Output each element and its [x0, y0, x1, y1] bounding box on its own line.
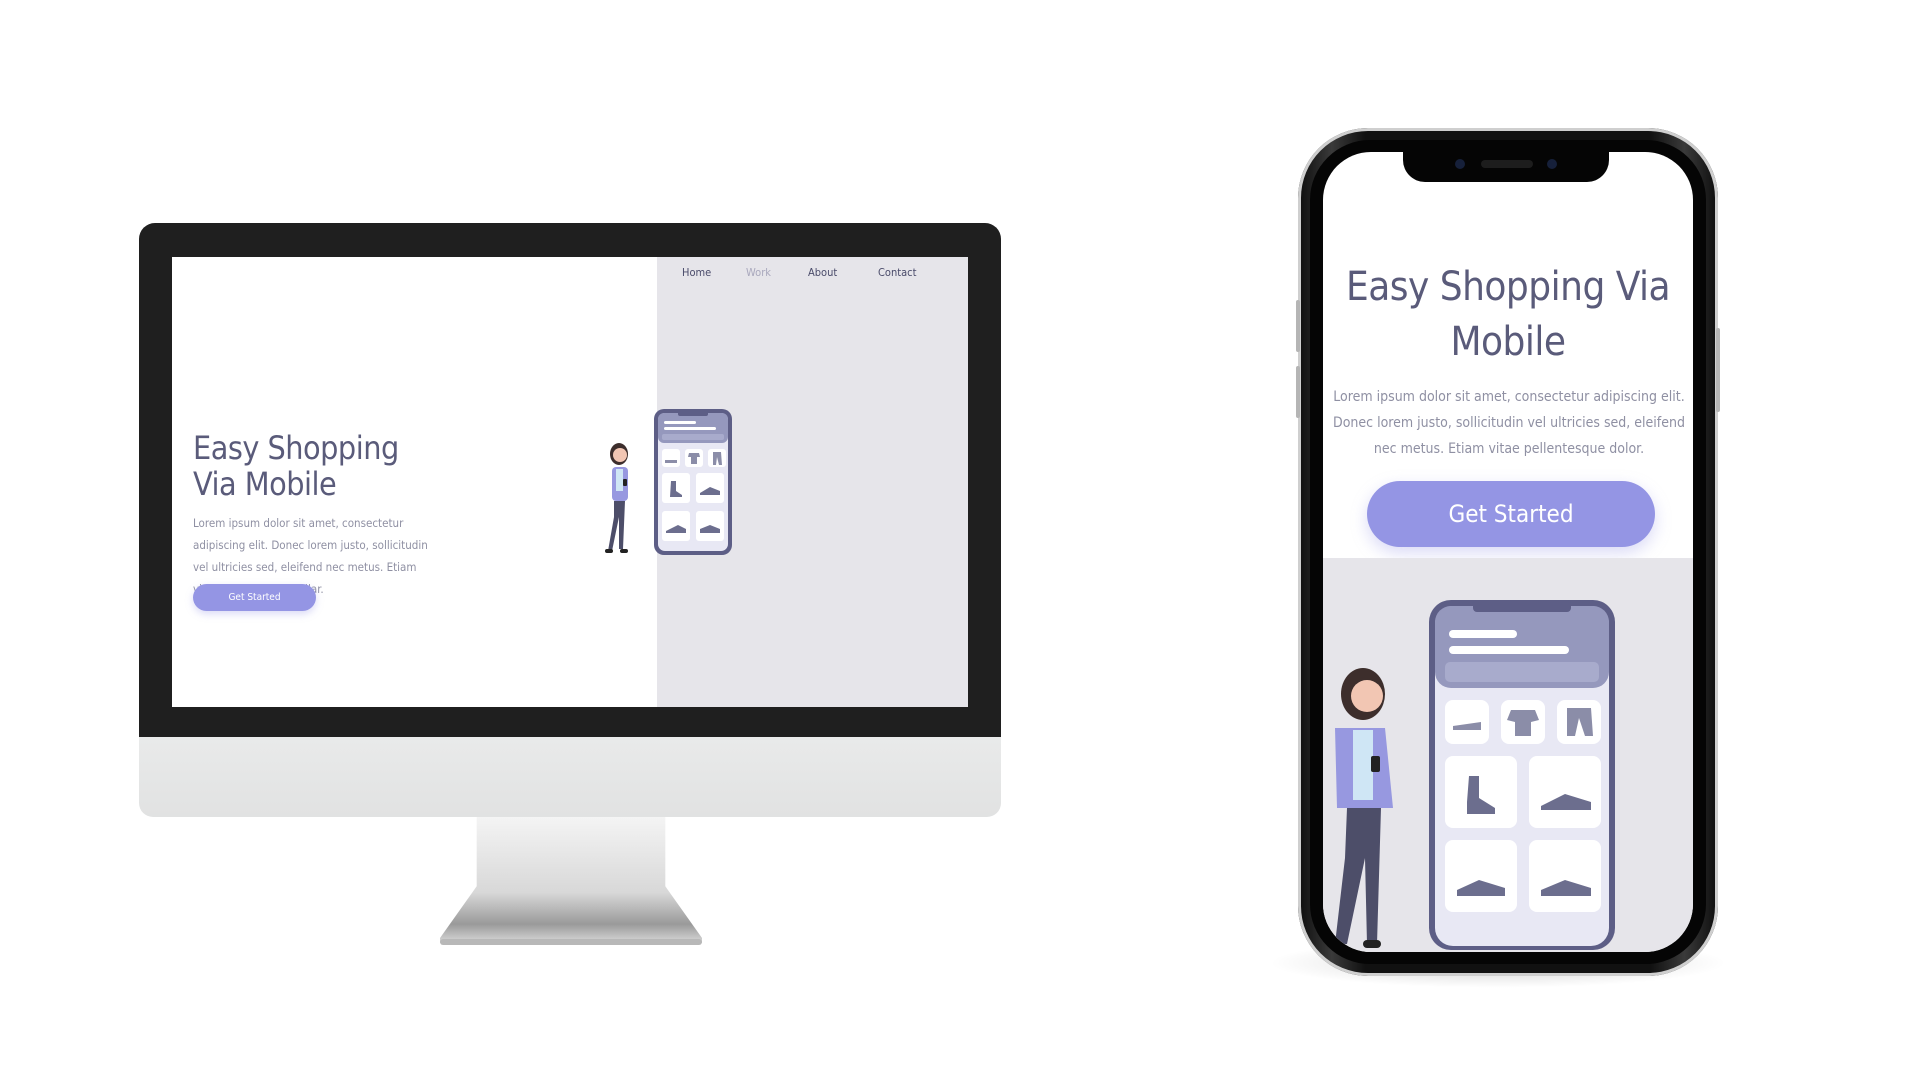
desktop-mockup: Home Work About Contact Easy Shopping Vi… — [139, 223, 1001, 945]
nav-contact[interactable]: Contact — [878, 266, 917, 279]
monitor-stand — [440, 817, 702, 943]
nav-home[interactable]: Home — [682, 266, 711, 279]
monitor-stand-base — [440, 939, 702, 945]
speaker-grille — [1481, 160, 1533, 168]
monitor-chin — [139, 737, 1001, 817]
phone-notch — [1403, 152, 1609, 182]
mobile-hero-text: Lorem ipsum dolor sit amet, consectetur … — [1333, 389, 1685, 457]
phone-illustration — [654, 409, 732, 555]
nav-work[interactable]: Work — [746, 266, 771, 279]
hero-title-line2: Via Mobile — [193, 465, 337, 503]
nav-about[interactable]: About — [808, 266, 837, 279]
camera-icon — [1455, 159, 1465, 169]
desktop-screen: Home Work About Contact Easy Shopping Vi… — [172, 257, 968, 707]
mobile-get-started-button[interactable]: Get Started — [1367, 481, 1655, 547]
hero-title: Easy Shopping Via Mobile — [193, 430, 433, 502]
woman-illustration — [1335, 668, 1393, 948]
desktop-nav: Home Work About Contact — [172, 266, 968, 286]
mobile-mockup: Easy Shopping Via Mobile Lorem ipsum dol… — [1268, 128, 1738, 998]
mobile-hero-title: Easy Shopping Via Mobile — [1346, 264, 1671, 365]
mobile-screen: Easy Shopping Via Mobile Lorem ipsum dol… — [1323, 152, 1693, 952]
get-started-button[interactable]: Get Started — [193, 584, 316, 611]
mobile-shopping-illustration — [1335, 600, 1615, 950]
shopping-illustration — [605, 409, 732, 555]
sensor-icon — [1547, 159, 1557, 169]
woman-illustration — [605, 443, 628, 553]
phone-volume-down-button — [1296, 366, 1300, 418]
phone-power-button — [1716, 328, 1720, 412]
phone-illustration — [1429, 600, 1615, 950]
phone-volume-up-button — [1296, 300, 1300, 352]
hero-title-line1: Easy Shopping — [193, 429, 399, 467]
